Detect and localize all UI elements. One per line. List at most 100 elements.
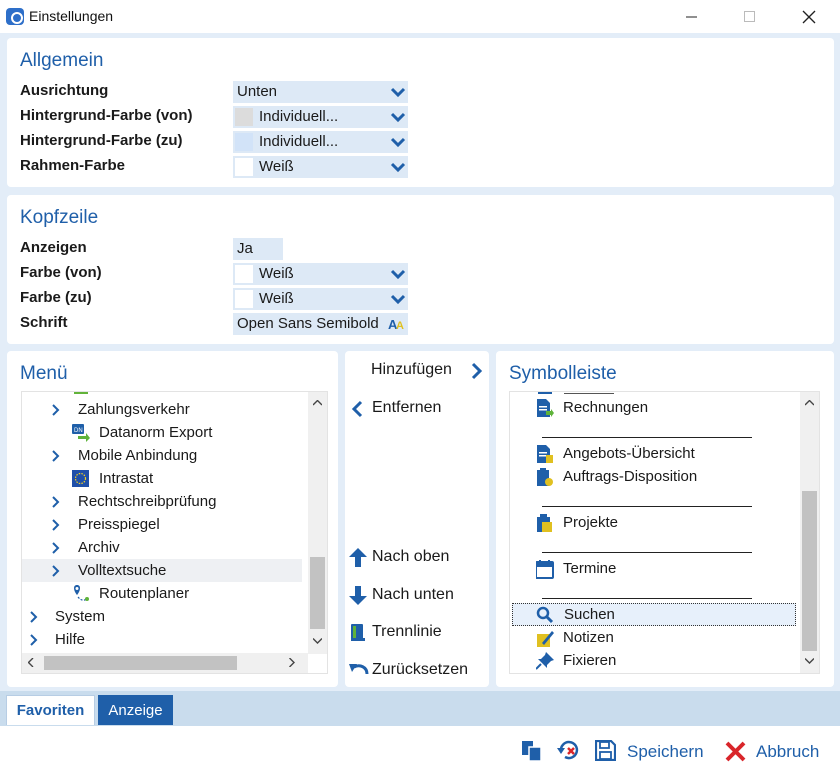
scroll-thumb[interactable]: [802, 491, 817, 651]
tree-item-label: Intrastat: [99, 470, 154, 487]
toolbar-item-label: Rechnungen: [563, 399, 649, 416]
ausrichtung-label: Ausrichtung: [20, 82, 109, 99]
restore-icon: [557, 740, 579, 760]
invoice-icon: [537, 399, 554, 417]
separator-line[interactable]: [542, 437, 752, 438]
move-up-button[interactable]: Nach oben: [349, 548, 449, 567]
scroll-down-icon[interactable]: [313, 638, 322, 644]
rahmen-farbe-select[interactable]: Weiß: [233, 156, 408, 178]
window-title: Einstellungen: [29, 8, 114, 24]
tree-item-rechtschreibpruefung[interactable]: Rechtschreibprüfung: [22, 490, 302, 513]
scroll-down-icon[interactable]: [805, 658, 814, 664]
toolbar-item-fixieren[interactable]: Fixieren: [510, 649, 800, 672]
tree-item-label: Datanorm Export: [99, 424, 213, 441]
scroll-right-icon[interactable]: [289, 658, 295, 667]
floppy-disk-icon: [595, 740, 616, 761]
move-down-button[interactable]: Nach unten: [349, 586, 454, 605]
chevron-right-icon: [52, 542, 60, 554]
tree-item-zahlungsverkehr[interactable]: Zahlungsverkehr: [22, 398, 302, 421]
tree-item-mobile-anbindung[interactable]: Mobile Anbindung: [22, 444, 302, 467]
scroll-thumb[interactable]: [310, 557, 325, 629]
tree-item-datanorm-export[interactable]: DN Datanorm Export: [22, 421, 302, 444]
scroll-up-icon[interactable]: [313, 400, 322, 406]
reset-button[interactable]: Zurücksetzen: [349, 661, 468, 679]
cancel-label: Abbruch: [756, 742, 820, 761]
copy-button[interactable]: [521, 740, 543, 762]
separator-button[interactable]: Trennlinie: [349, 623, 442, 641]
hintergrund-von-select[interactable]: Individuell...: [233, 106, 408, 128]
reset-label: Zurücksetzen: [372, 661, 469, 678]
separator-line[interactable]: [542, 598, 752, 599]
tree-item-label: Mobile Anbindung: [78, 447, 198, 464]
add-button[interactable]: Hinzufügen: [371, 361, 483, 380]
chevron-right-icon: [52, 404, 60, 416]
tree-item-label: Routenplaner: [99, 585, 190, 602]
toolbar-item-termine[interactable]: Termine: [510, 557, 800, 580]
color-swatch: [235, 108, 253, 126]
tab-label: Favoriten: [16, 702, 85, 719]
toolbar-item-suchen[interactable]: Suchen: [512, 603, 796, 626]
tree-item-preisspiegel[interactable]: Preisspiegel: [22, 513, 302, 536]
chevron-right-icon: [52, 565, 60, 577]
farbe-von-select[interactable]: Weiß: [233, 263, 408, 285]
schrift-value: Open Sans Semibold: [237, 315, 379, 332]
menu-panel: Menü Zahlungsverkehr DN Datanorm Export …: [7, 351, 338, 687]
tab-anzeige[interactable]: Anzeige: [98, 695, 173, 725]
maximize-icon: [744, 10, 755, 22]
anzeigen-value: Ja: [237, 240, 253, 257]
scroll-up-icon[interactable]: [805, 400, 814, 406]
toolbar-item-rechnungen[interactable]: Rechnungen: [510, 396, 800, 419]
tree-item-archiv[interactable]: Archiv: [22, 536, 302, 559]
hintergrund-zu-select[interactable]: Individuell...: [233, 131, 408, 153]
tree-item-volltextsuche[interactable]: Volltextsuche: [22, 559, 302, 582]
tree-item-hilfe[interactable]: Hilfe: [22, 628, 302, 651]
color-swatch: [235, 290, 253, 308]
farbe-von-label: Farbe (von): [20, 264, 102, 281]
toolbar-item-auftrags-disposition[interactable]: Auftrags-Disposition: [510, 465, 800, 488]
separator-line[interactable]: [542, 506, 752, 507]
tree-item-system[interactable]: System: [22, 605, 302, 628]
toolbar-item-projekte[interactable]: Projekte: [510, 511, 800, 534]
toolbar-item-notizen[interactable]: Notizen: [510, 626, 800, 649]
tree-item-intrastat[interactable]: Intrastat: [22, 467, 302, 490]
symbolleiste-title: Symbolleiste: [509, 363, 617, 384]
menu-horizontal-scrollbar[interactable]: [22, 653, 308, 673]
separator-label: Trennlinie: [372, 623, 442, 640]
minimize-button[interactable]: [669, 0, 715, 33]
farbe-zu-value: Weiß: [259, 290, 294, 307]
menu-vertical-scrollbar[interactable]: [308, 392, 327, 654]
close-window-button[interactable]: [786, 0, 832, 33]
save-button[interactable]: Speichern: [595, 740, 704, 761]
toolbar-item-label: Projekte: [563, 514, 619, 531]
actions-panel: Hinzufügen Entfernen Nach oben Nach unte…: [345, 351, 489, 687]
cancel-x-icon: [725, 741, 746, 762]
remove-button[interactable]: Entfernen: [351, 399, 441, 418]
arrow-up-icon: [349, 548, 367, 567]
chevron-down-icon: [390, 162, 406, 173]
folder-icon: [74, 392, 88, 394]
cancel-button[interactable]: Abbruch: [725, 740, 820, 762]
tree-item-label: Volltextsuche: [78, 562, 167, 579]
toolbar-item-angebots-uebersicht[interactable]: Angebots-Übersicht: [510, 442, 800, 465]
separator-line[interactable]: [542, 552, 752, 553]
restore-defaults-button[interactable]: [557, 740, 581, 762]
farbe-zu-label: Farbe (zu): [20, 289, 92, 306]
menu-tree[interactable]: Zahlungsverkehr DN Datanorm Export Mobil…: [21, 391, 328, 674]
tab-label: Anzeige: [108, 701, 163, 719]
symbolleiste-vertical-scrollbar[interactable]: [800, 392, 819, 673]
clipped-item-label: [564, 392, 614, 394]
ausrichtung-select[interactable]: Unten: [233, 81, 408, 103]
schrift-picker[interactable]: Open Sans Semibold AA: [233, 313, 408, 335]
anzeigen-toggle[interactable]: Ja: [233, 238, 283, 260]
farbe-zu-select[interactable]: Weiß: [233, 288, 408, 310]
tree-item-routenplaner[interactable]: Routenplaner: [22, 582, 302, 605]
chevron-right-icon: [30, 634, 38, 646]
maximize-button[interactable]: [727, 0, 773, 33]
tab-favoriten[interactable]: Favoriten: [6, 695, 95, 725]
scroll-thumb[interactable]: [44, 656, 237, 670]
save-label: Speichern: [627, 742, 704, 761]
symbolleiste-list[interactable]: Rechnungen Angebots-Übersicht Auftrags-D…: [509, 391, 820, 674]
chevron-down-icon: [390, 137, 406, 148]
scroll-left-icon[interactable]: [28, 658, 34, 667]
farbe-von-value: Weiß: [259, 265, 294, 282]
